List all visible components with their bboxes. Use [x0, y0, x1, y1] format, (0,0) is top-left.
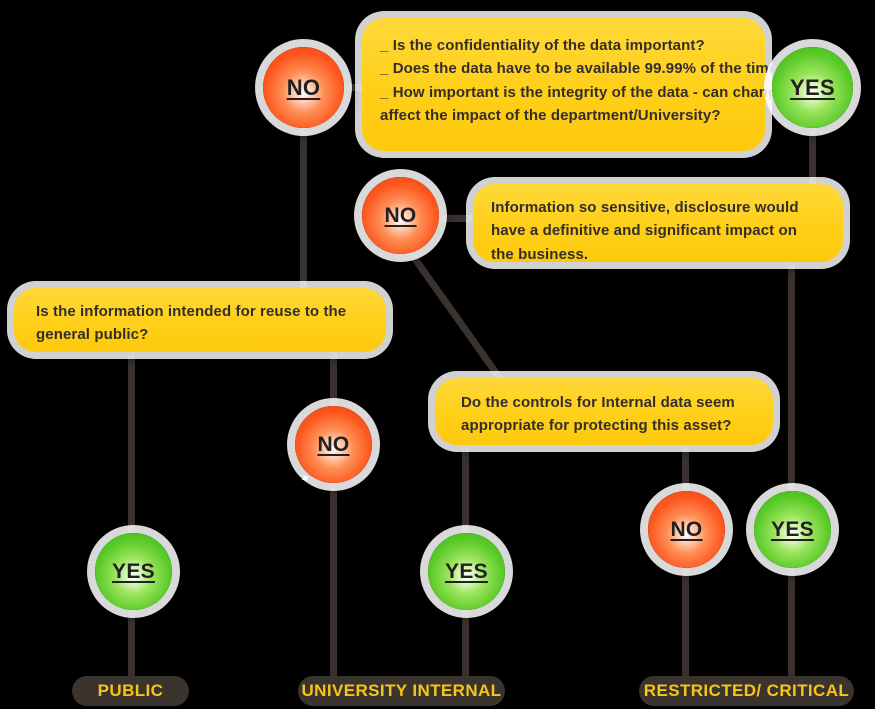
outcome-label: PUBLIC — [97, 681, 164, 700]
decision-node-yes-internal[interactable]: YES — [428, 533, 505, 610]
question-line: Is the information intended for reuse to… — [36, 303, 347, 320]
outcome-label: RESTRICTED/ CRITICAL — [643, 681, 850, 700]
question-box-internal-controls[interactable]: Do the controls for Internal data seem a… — [435, 378, 773, 445]
node-label: NO — [286, 74, 321, 100]
question-line: _ How important is the integrity of the … — [380, 83, 795, 101]
question-box-confidentiality[interactable]: _ Is the confidentiality of the data imp… — [362, 18, 795, 151]
question-line: appropriate for protecting this asset? — [461, 417, 732, 435]
outcome-pill-restricted-critical[interactable]: RESTRICTED/ CRITICAL — [639, 676, 854, 706]
question-line: _ Does the data have to be available 99.… — [380, 60, 787, 78]
connector-no-controls-to-outcome — [682, 556, 689, 680]
decision-node-no-controls[interactable]: NO — [648, 491, 725, 568]
connector-public-question-to-yes — [128, 352, 135, 542]
node-label: YES — [445, 559, 488, 583]
node-label: YES — [790, 74, 835, 100]
connector-yes-controls-to-outcome — [788, 556, 795, 680]
connector-no-public-to-outcome — [330, 470, 337, 680]
node-label: NO — [384, 203, 417, 227]
outcome-label: UNIVERSITY INTERNAL — [301, 681, 502, 700]
question-box-general-public[interactable]: Is the information intended for reuse to… — [14, 288, 386, 352]
decision-node-no-sensitive[interactable]: NO — [362, 177, 439, 254]
flowchart-canvas: _ Is the confidentiality of the data imp… — [0, 0, 875, 709]
question-line: the business. — [491, 245, 589, 263]
decision-node-yes-public[interactable]: YES — [95, 533, 172, 610]
decision-node-yes-top[interactable]: YES — [772, 47, 853, 128]
question-line: Do the controls for Internal data seem — [461, 394, 735, 411]
outcome-pill-public[interactable]: PUBLIC — [72, 676, 189, 706]
question-box-sensitive-disclosure[interactable]: Information so sensitive, disclosure wou… — [473, 184, 843, 263]
question-line: affect the impact of the department/Univ… — [380, 106, 721, 124]
question-line: Information so sensitive, disclosure wou… — [491, 199, 799, 216]
connector-sensitive-to-yes-controls — [788, 260, 795, 500]
question-line: _ Is the confidentiality of the data imp… — [380, 37, 705, 54]
decision-node-yes-controls[interactable]: YES — [754, 491, 831, 568]
connector-yes-top-down — [809, 128, 816, 188]
node-label: YES — [112, 559, 155, 583]
connector-public-question-to-no — [330, 352, 337, 414]
decision-node-no-top[interactable]: NO — [263, 47, 344, 128]
connector-no-sensitive-stub — [434, 215, 474, 222]
node-label: YES — [771, 517, 814, 541]
connector-controls-to-yes-internal — [462, 445, 469, 545]
question-line: general public? — [36, 326, 149, 344]
outcome-pill-university-internal[interactable]: UNIVERSITY INTERNAL — [298, 676, 505, 706]
question-line: have a definitive and significant impact… — [491, 222, 798, 240]
node-label: NO — [670, 517, 703, 541]
node-label: NO — [317, 432, 350, 456]
connector-no-top-to-public-question — [300, 128, 307, 293]
